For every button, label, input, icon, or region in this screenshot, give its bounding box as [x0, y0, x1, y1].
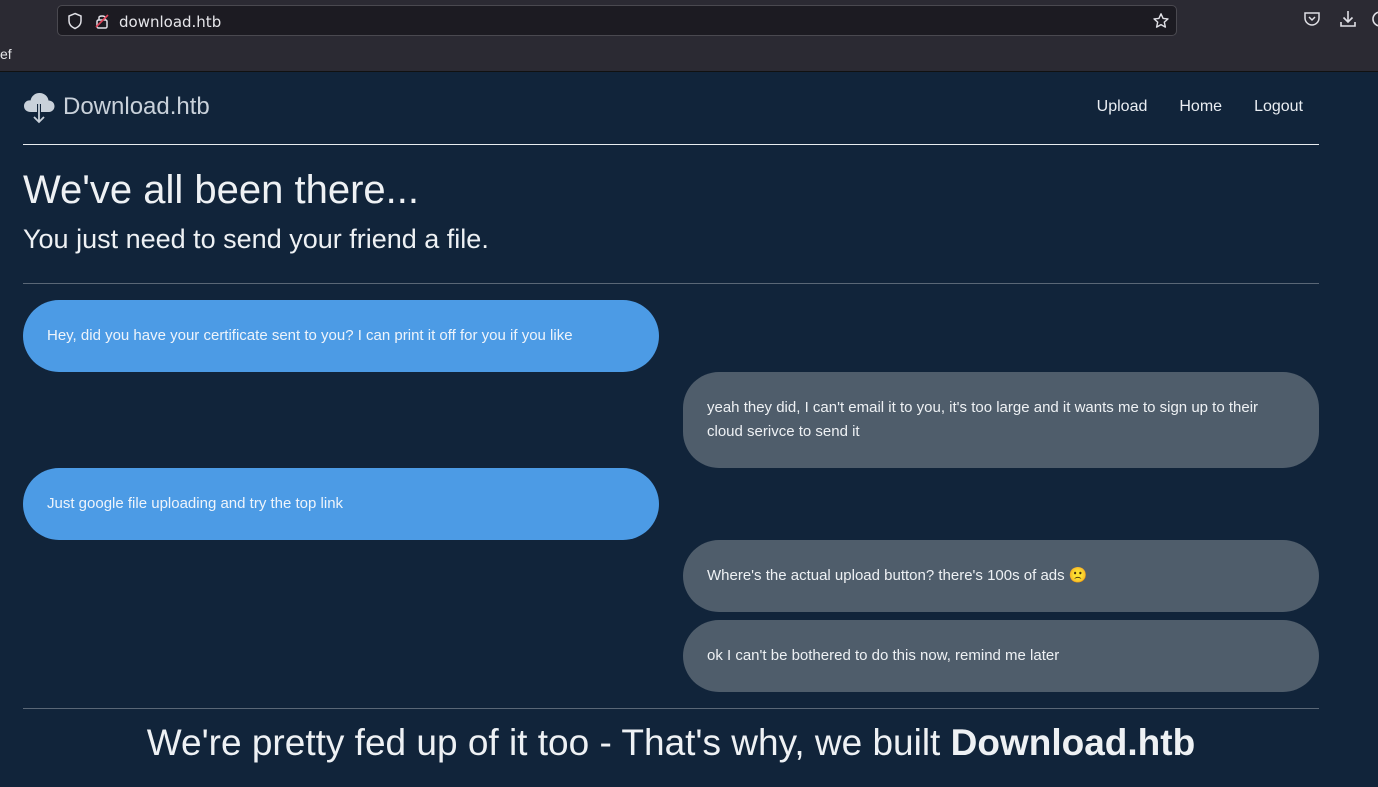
nav-logout-link[interactable]: Logout — [1254, 98, 1303, 116]
bookmarks-toolbar: ef — [0, 36, 1378, 72]
brand-name: Download.htb — [63, 93, 210, 120]
chat-bubble-right: Where's the actual upload button? there'… — [683, 540, 1319, 612]
url-text[interactable]: download.htb — [119, 13, 221, 31]
page-content: Download.htb Upload Home Logout We've al… — [0, 72, 1378, 787]
download-icon[interactable] — [1338, 9, 1358, 29]
navbar: Download.htb Upload Home Logout — [23, 72, 1319, 145]
nav-home-link[interactable]: Home — [1179, 98, 1222, 116]
chat-bubble-right: ok I can't be bothered to do this now, r… — [683, 620, 1319, 692]
tagline: We're pretty fed up of it too - That's w… — [0, 722, 1342, 764]
chat-message-text: Just google file uploading and try the t… — [47, 495, 344, 512]
cloud-download-icon — [24, 93, 55, 124]
divider — [23, 283, 1319, 284]
account-icon[interactable] — [1370, 9, 1378, 29]
pocket-icon[interactable] — [1302, 9, 1322, 29]
address-bar[interactable]: download.htb — [57, 5, 1177, 36]
bookmark-star-icon[interactable] — [1152, 12, 1170, 30]
tagline-brand: Download.htb — [950, 722, 1196, 763]
chat-bubble-left: Hey, did you have your certificate sent … — [23, 300, 659, 372]
brand-link[interactable]: Download.htb — [23, 90, 210, 124]
hero-title: We've all been there... — [23, 168, 420, 212]
lock-icon[interactable] — [93, 12, 111, 30]
chat-bubble-left: Just google file uploading and try the t… — [23, 468, 659, 540]
browser-chrome: download.htb ef — [0, 0, 1378, 72]
bookmark-item[interactable]: ef — [0, 46, 12, 62]
chat-message-text: Hey, did you have your certificate sent … — [47, 327, 573, 344]
shield-icon[interactable] — [66, 12, 84, 30]
chat-message-text: ok I can't be bothered to do this now, r… — [707, 647, 1060, 664]
chat-message-text: Where's the actual upload button? there'… — [707, 567, 1088, 584]
nav-upload-link[interactable]: Upload — [1097, 98, 1148, 116]
nav-links: Upload Home Logout — [1065, 98, 1303, 116]
chat-bubble-right: yeah they did, I can't email it to you, … — [683, 372, 1319, 468]
divider — [23, 708, 1319, 709]
hero-subtitle: You just need to send your friend a file… — [23, 224, 489, 254]
tagline-text: We're pretty fed up of it too - That's w… — [146, 722, 951, 763]
chat-message-text: yeah they did, I can't email it to you, … — [707, 399, 1259, 440]
